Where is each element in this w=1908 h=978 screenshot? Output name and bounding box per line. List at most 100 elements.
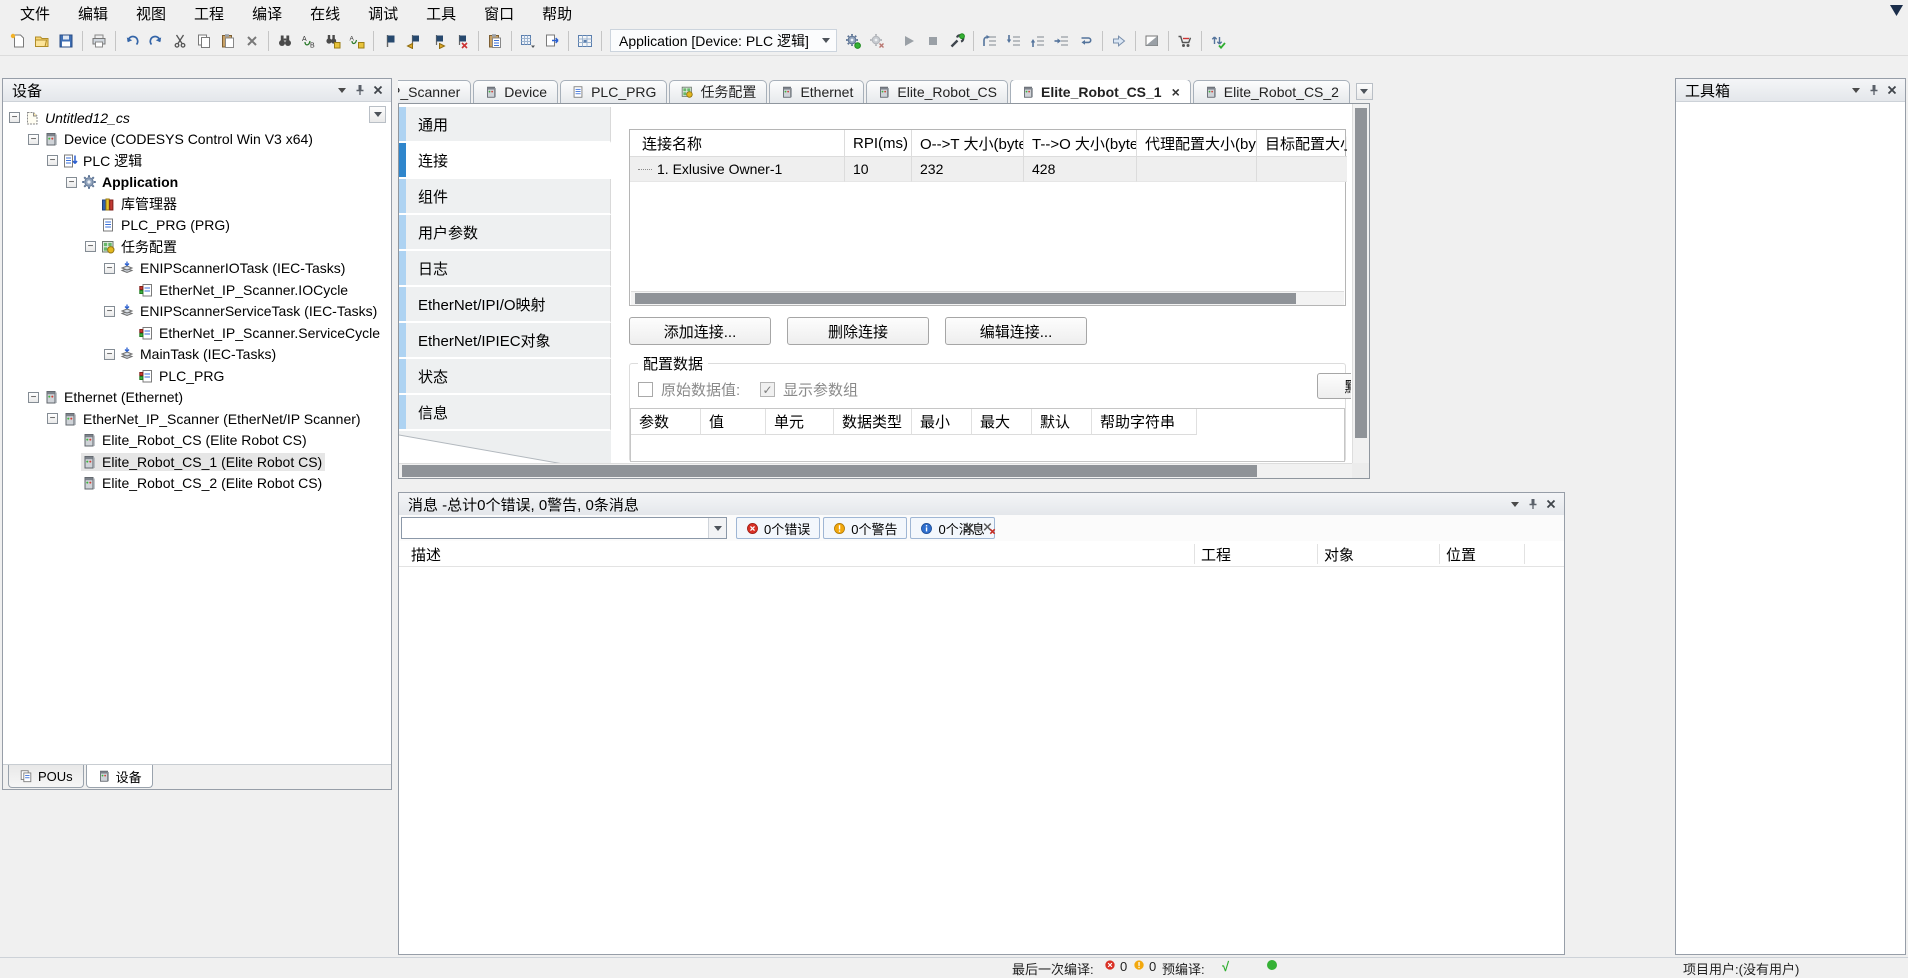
close-icon[interactable] (369, 81, 387, 99)
tree-item-plc-prg-prg[interactable]: PLC_PRG (PRG) (3, 215, 391, 237)
tree-item-device-codesys-control-win-v3-x64[interactable]: −Device (CODESYS Control Win V3 x64) (3, 129, 391, 151)
new-file-icon[interactable] (6, 29, 30, 53)
tab-[interactable]: 任务配置 (669, 80, 767, 103)
connections-table-hscrollbar[interactable] (631, 291, 1344, 305)
bookmark-clear-icon[interactable] (450, 29, 474, 53)
column-header-[interactable]: 对象 (1324, 541, 1354, 567)
step-over-icon[interactable] (978, 29, 1002, 53)
pin-icon[interactable] (1865, 81, 1883, 99)
update-check-icon[interactable] (1206, 29, 1230, 53)
connections-table[interactable]: 连接名称RPI(ms)O-->T 大小(byte)T-->O 大小(byte)代… (629, 129, 1346, 306)
redo-icon[interactable] (144, 29, 168, 53)
tree-item-ethernet-ip-scanner-iocycle[interactable]: EtherNet_IP_Scanner.IOCycle (3, 279, 391, 301)
tree-item-enipscanneriotask-iec-tasks[interactable]: −ENIPScannerIOTask (IEC-Tasks) (3, 258, 391, 280)
clear-all-messages-icon[interactable] (979, 517, 999, 539)
messages-list[interactable] (399, 567, 1564, 954)
category-tab-[interactable]: 状态 (399, 359, 611, 395)
export-icon[interactable] (540, 29, 564, 53)
column-header-[interactable]: 参数 (631, 409, 701, 435)
menu-item-[interactable]: 文件 (6, 0, 64, 27)
column-header-[interactable]: 默认 (1032, 409, 1092, 435)
scrollbar-thumb[interactable] (402, 465, 1257, 477)
menu-item-[interactable]: 窗口 (470, 0, 528, 27)
breakpoints-icon[interactable] (1140, 29, 1164, 53)
column-header-[interactable]: 最大 (972, 409, 1032, 435)
bookmark-prev-icon[interactable] (402, 29, 426, 53)
chevron-down-icon[interactable] (708, 518, 726, 538)
delete-icon[interactable] (240, 29, 264, 53)
tab-p-scanner[interactable]: P_Scanner (398, 80, 471, 103)
device-grid-icon[interactable] (573, 29, 597, 53)
bookmark-toggle-icon[interactable] (378, 29, 402, 53)
tree-item-elite-robot-cs-elite-robot-cs[interactable]: Elite_Robot_CS (Elite Robot CS) (3, 430, 391, 452)
chevron-down-icon[interactable] (1506, 495, 1524, 513)
cut-icon[interactable] (168, 29, 192, 53)
category-tab-ethernet-ipi-o[interactable]: EtherNet/IPI/O映射 (399, 287, 611, 323)
bottom-tab-[interactable]: 设备 (86, 765, 153, 788)
build-icon[interactable] (841, 29, 865, 53)
category-tab-[interactable]: 组件 (399, 179, 611, 215)
tree-item-untitled12-cs[interactable]: −Untitled12_cs (3, 107, 391, 129)
tree-options-dropdown[interactable] (369, 106, 386, 123)
column-header-[interactable]: 单元 (766, 409, 834, 435)
filter-button-0[interactable]: 0个警告 (823, 517, 907, 539)
menu-item-[interactable]: 调试 (354, 0, 412, 27)
column-header-byte[interactable]: 目标配置大小(byte) (1257, 130, 1347, 157)
category-tab-[interactable]: 用户参数 (399, 215, 611, 251)
generate-code-icon[interactable] (865, 29, 889, 53)
delete-connection-button[interactable]: 删除连接 (787, 317, 929, 345)
stop-icon[interactable] (921, 29, 945, 53)
device-tree[interactable]: −Untitled12_cs−Device (CODESYS Control W… (3, 102, 391, 764)
menu-item-[interactable]: 帮助 (528, 0, 586, 27)
step-out-icon[interactable] (1026, 29, 1050, 53)
column-header-t-o-byte[interactable]: T-->O 大小(byte) (1024, 130, 1137, 157)
tree-item-elite-robot-cs-1-elite-robot-cs[interactable]: Elite_Robot_CS_1 (Elite Robot CS) (3, 451, 391, 473)
chevron-down-icon[interactable] (819, 31, 834, 50)
column-header-[interactable]: 最小 (912, 409, 972, 435)
tree-item-plc[interactable]: −PLC 逻辑 (3, 150, 391, 172)
tree-item-elite-robot-cs-2-elite-robot-cs[interactable]: Elite_Robot_CS_2 (Elite Robot CS) (3, 473, 391, 495)
tree-item-[interactable]: −任务配置 (3, 236, 391, 258)
find-objects-icon[interactable] (321, 29, 345, 53)
menu-item-[interactable]: 在线 (296, 0, 354, 27)
tree-expander[interactable]: − (104, 349, 115, 360)
scrollbar-thumb[interactable] (635, 293, 1296, 304)
tree-item-enipscannerservicetask-iec-tasks[interactable]: −ENIPScannerServiceTask (IEC-Tasks) (3, 301, 391, 323)
menu-item-[interactable]: 视图 (122, 0, 180, 27)
tree-expander[interactable]: − (104, 263, 115, 274)
pin-icon[interactable] (351, 81, 369, 99)
add-connection-button[interactable]: 添加连接... (629, 317, 771, 345)
column-header-[interactable]: 数据类型 (834, 409, 912, 435)
close-icon[interactable]: × (1172, 84, 1180, 100)
column-header-[interactable]: 工程 (1201, 541, 1231, 567)
clear-messages-icon[interactable] (959, 517, 979, 539)
menu-item-[interactable]: 编译 (238, 0, 296, 27)
column-header-rpi-ms[interactable]: RPI(ms) (845, 130, 912, 157)
paste-icon[interactable] (216, 29, 240, 53)
close-icon[interactable] (1883, 81, 1901, 99)
column-header-[interactable]: 位置 (1446, 541, 1476, 567)
tab-ethernet[interactable]: Ethernet (769, 80, 864, 103)
find-icon[interactable] (273, 29, 297, 53)
editor-vscrollbar[interactable] (1352, 104, 1369, 465)
category-tab-[interactable]: 通用 (399, 107, 611, 143)
bookmark-next-icon[interactable] (426, 29, 450, 53)
step-into-icon[interactable] (1002, 29, 1026, 53)
menu-item-[interactable]: 工程 (180, 0, 238, 27)
tree-expander[interactable]: − (9, 112, 20, 123)
tree-item-ethernet-ip-scanner-servicecycle[interactable]: EtherNet_IP_Scanner.ServiceCycle (3, 322, 391, 344)
column-header-[interactable]: 连接名称 (630, 130, 845, 157)
undo-icon[interactable] (120, 29, 144, 53)
tab-plc-prg[interactable]: PLC_PRG (560, 80, 667, 103)
tab-elite-robot-cs[interactable]: Elite_Robot_CS (866, 80, 1008, 103)
tab-overflow-dropdown[interactable] (1356, 83, 1373, 100)
tab-elite-robot-cs-2[interactable]: Elite_Robot_CS_2 (1193, 80, 1350, 103)
category-tab-[interactable]: 日志 (399, 251, 611, 287)
show-parameter-groups-checkbox[interactable]: ✓ (760, 382, 775, 397)
tree-expander[interactable]: − (28, 134, 39, 145)
filter-button-0[interactable]: 0个错误 (736, 517, 820, 539)
tab-elite-robot-cs-1[interactable]: Elite_Robot_CS_1× (1010, 80, 1191, 103)
print-icon[interactable] (87, 29, 111, 53)
replace-icon[interactable]: AB (297, 29, 321, 53)
editor-hscrollbar[interactable] (399, 463, 1354, 478)
